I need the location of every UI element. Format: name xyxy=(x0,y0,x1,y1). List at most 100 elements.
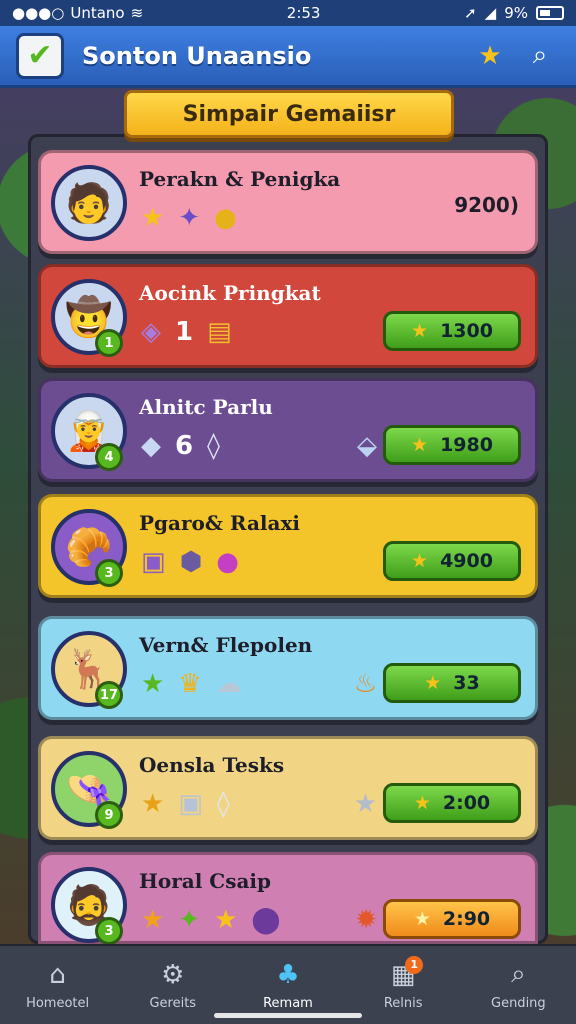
checkmark-app-icon[interactable]: ✔ xyxy=(16,32,64,79)
star-badge-icon: ★ xyxy=(478,40,502,71)
leaderboard-card[interactable]: 🥐 3 Pgaro& Ralaxi ▣ ⬢ ● ★ 4900 xyxy=(38,494,538,598)
star-icon: ★ xyxy=(141,905,165,935)
score-button[interactable]: ★ 2:00 xyxy=(383,783,521,823)
tab-label: Gending xyxy=(491,996,546,1011)
player-name: Pgaro& Ralaxi xyxy=(139,511,300,535)
level-badge: 1 xyxy=(95,329,123,357)
player-name: Horal Csaip xyxy=(139,869,272,893)
signal-strength-icon: ◢ xyxy=(484,4,497,22)
item-row: ◆ 6 ◊ xyxy=(141,431,220,461)
tab-label: Gereits xyxy=(149,995,197,1011)
level-badge: 3 xyxy=(95,917,123,945)
signal-icon: ●●●○ xyxy=(12,4,65,22)
player-name: Oensla Tesks xyxy=(139,753,285,777)
gem-icon: ◊ xyxy=(216,789,230,819)
score-value: 2:00 xyxy=(442,792,491,814)
leaderboard-card[interactable]: 🧔 3 Horal Csaip ★ ✦ ★ ⬤ ✹ ★ 2:90 xyxy=(38,852,538,945)
score-button[interactable]: ★ 2:90 xyxy=(383,899,521,939)
tab-label: Remam xyxy=(263,995,313,1011)
star-icon: ★ xyxy=(141,789,165,819)
star-icon: ★ xyxy=(411,550,429,572)
star-icon: ★ xyxy=(141,203,165,233)
level-badge: 3 xyxy=(95,559,123,587)
reward-star-button[interactable]: ★ xyxy=(470,36,510,76)
item-row: ★ ✦ ★ ⬤ xyxy=(141,905,281,935)
player-name: Vern& Flepolen xyxy=(139,633,313,657)
clover-icon: ♣ xyxy=(276,959,300,990)
score-value: 4900 xyxy=(440,550,493,572)
player-name: Alnitc Parlu xyxy=(139,395,273,419)
battery-percent: 9% xyxy=(504,4,528,22)
star-icon: ★ xyxy=(411,434,429,456)
leaderboard-card[interactable]: 🧑 Perakn & Penigka ★ ✦ ● 9200) xyxy=(38,150,538,254)
potion-icon: ✦ xyxy=(178,203,201,233)
tab-label: Homeotel xyxy=(26,995,90,1011)
leaderboard-banner: Simpair Gemaiisr xyxy=(124,90,454,138)
tab-home[interactable]: ⌂ Homeotel xyxy=(8,960,108,1011)
coin-stack-icon: ▤ xyxy=(207,317,232,347)
app-header: ✔ Sonton Unaansio ★ ⌕ xyxy=(0,26,576,88)
location-icon: ➚ xyxy=(464,4,477,22)
silver-star-icon: ★ xyxy=(353,789,377,819)
item-row: ★ ✦ ● xyxy=(141,203,237,233)
potion-badge-icon: ⬤ xyxy=(251,905,281,935)
flame-icon: ♨ xyxy=(353,669,377,699)
score-button[interactable]: ★ 1980 xyxy=(383,425,521,465)
score-value: 9200) xyxy=(454,193,519,217)
cloud-icon: ☁ xyxy=(215,669,242,699)
carrier-label: Untano xyxy=(70,4,125,22)
tab-remam[interactable]: ♣ Remam xyxy=(238,960,338,1011)
avatar: 🧑 xyxy=(51,165,127,241)
search-icon: ⌕ xyxy=(532,40,548,70)
item-row: ▣ ⬢ ● xyxy=(141,547,239,577)
orb-icon: ● xyxy=(216,547,239,577)
search-icon: ⌕ xyxy=(511,959,526,989)
app-title: Sonton Unaansio xyxy=(82,41,312,70)
item-row: ★ ♛ ☁ xyxy=(141,669,242,699)
clock-label: 2:53 xyxy=(286,4,321,22)
player-name: Aocink Pringkat xyxy=(139,281,321,305)
home-indicator xyxy=(214,1013,362,1018)
level-badge: 9 xyxy=(95,801,123,829)
bottom-tab-bar: ⌂ Homeotel ⚙ Gereits ♣ Remam ▦ 1 Relnis … xyxy=(0,944,576,1024)
tab-label: Relnis xyxy=(383,995,423,1011)
star-icon: ★ xyxy=(141,669,165,699)
score-button[interactable]: ★ 1300 xyxy=(383,311,521,351)
wifi-icon: ≋ xyxy=(130,4,144,22)
gear-icon: ✹ xyxy=(355,905,377,935)
tab-relnis[interactable]: ▦ 1 Relnis xyxy=(353,955,453,1011)
leaderboard-card[interactable]: 👒 9 Oensla Tesks ★ ▣ ◊ ★ ★ 2:00 xyxy=(38,736,538,840)
level-badge: 17 xyxy=(95,681,123,709)
search-button[interactable]: ⌕ xyxy=(520,36,560,76)
star-icon: ★ xyxy=(214,905,238,935)
item-row: ◈ 1 ▤ xyxy=(141,317,232,347)
bag-icon: ⬢ xyxy=(179,547,203,577)
leaf-star-icon: ✦ xyxy=(178,905,201,935)
crown-icon: ♛ xyxy=(178,669,202,699)
crystal-icon: ◆ xyxy=(141,431,161,461)
tab-gending[interactable]: ⌕ Gending xyxy=(468,959,568,1011)
star-icon: ★ xyxy=(424,672,442,694)
tab-gereits[interactable]: ⚙ Gereits xyxy=(123,960,223,1011)
item-count: 1 xyxy=(175,317,194,347)
leaderboard-card[interactable]: 🤠 1 Aocink Pringkat ◈ 1 ▤ ★ 1300 xyxy=(38,264,538,368)
leaderboard-card[interactable]: 🧝 4 Alnitc Parlu ◆ 6 ◊ ⬙ ★ 1980 xyxy=(38,378,538,482)
battery-icon xyxy=(535,6,564,20)
star-icon: ★ xyxy=(411,320,429,342)
crystal-jar-icon: ⬙ xyxy=(357,431,377,461)
leaderboard-card[interactable]: 🦌 17 Vern& Flepolen ★ ♛ ☁ ♨ ★ 33 xyxy=(38,616,538,720)
score-button[interactable]: ★ 4900 xyxy=(383,541,521,581)
chest-icon: ▣ xyxy=(178,789,203,819)
score-value: 1300 xyxy=(440,320,493,342)
robot-icon: ⚙ xyxy=(161,959,185,990)
score-button[interactable]: ★ 33 xyxy=(383,663,521,703)
item-row: ★ ▣ ◊ xyxy=(141,789,230,819)
score-value: 33 xyxy=(453,672,480,694)
status-bar: ●●●○ Untano ≋ 2:53 ➚ ◢ 9% xyxy=(0,0,576,26)
score-value: 2:90 xyxy=(442,908,491,930)
notification-badge: 1 xyxy=(405,955,424,974)
item-count: 6 xyxy=(175,431,194,461)
player-name: Perakn & Penigka xyxy=(139,167,341,191)
home-icon: ⌂ xyxy=(49,959,66,990)
coin-icon: ● xyxy=(214,203,237,233)
